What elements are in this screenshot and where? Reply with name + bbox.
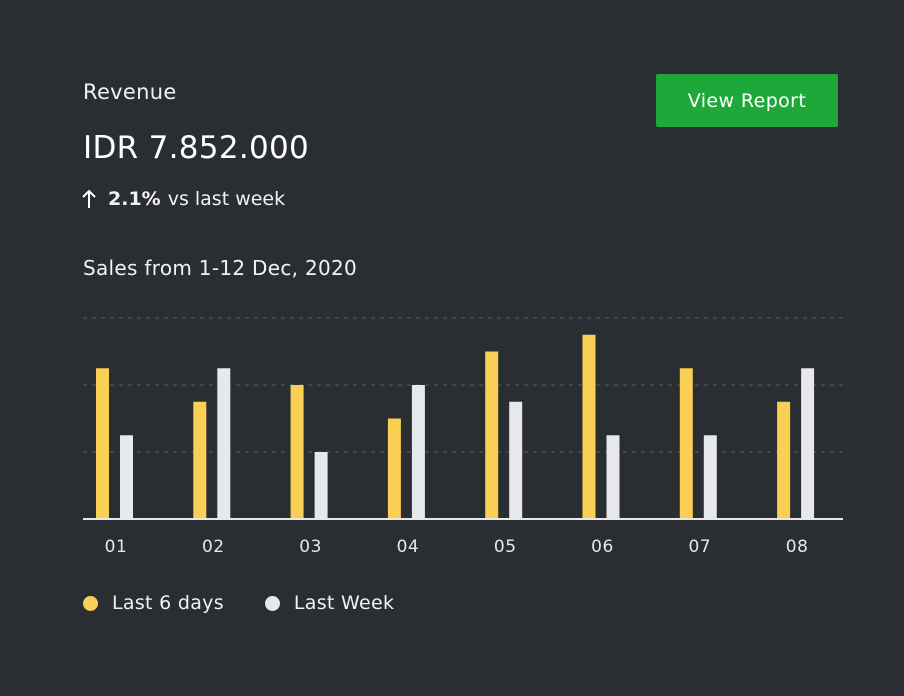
x-tick-label: 05 <box>494 537 517 557</box>
view-report-button[interactable]: View Report <box>656 74 838 127</box>
legend-dot-last-week <box>264 595 280 611</box>
bar-last-week <box>509 401 523 519</box>
bar-last-6-days <box>485 351 499 519</box>
bar-last-6-days <box>387 418 401 519</box>
legend-item-last-6-days: Last 6 days <box>83 592 224 614</box>
x-tick-label: 08 <box>786 537 809 557</box>
bar-last-6-days <box>193 401 207 519</box>
bar-last-6-days <box>96 368 109 519</box>
bar-last-6-days <box>777 401 791 519</box>
bar-last-week <box>314 452 328 519</box>
bar-last-week <box>606 435 620 519</box>
bar-last-6-days <box>679 368 693 519</box>
x-tick-label: 03 <box>299 537 322 557</box>
bar-last-week <box>801 368 815 519</box>
chart-title: Sales from 1-12 Dec, 2020 <box>83 256 358 280</box>
x-tick-label: 04 <box>397 537 420 557</box>
x-tick-label: 02 <box>202 537 225 557</box>
card-title: Revenue <box>83 80 177 104</box>
bar-last-week <box>411 385 425 519</box>
bar-last-6-days <box>582 334 596 519</box>
bar-last-week <box>120 435 133 519</box>
x-tick-label: 06 <box>591 537 614 557</box>
change-text: vs last week <box>167 188 286 210</box>
change-indicator: 2.1% vs last week <box>80 188 285 210</box>
chart-legend: Last 6 days Last Week <box>83 592 435 614</box>
legend-item-last-week: Last Week <box>264 592 395 614</box>
change-percent: 2.1% <box>108 188 161 210</box>
legend-label-last-week: Last Week <box>293 592 395 614</box>
x-tick-label: 01 <box>105 537 128 557</box>
bar-last-6-days <box>290 385 304 519</box>
arrow-up-icon <box>80 188 98 210</box>
bar-last-week <box>217 368 231 519</box>
revenue-amount: IDR 7.852.000 <box>83 130 310 166</box>
legend-dot-last-6-days <box>83 595 98 611</box>
revenue-card: Revenue IDR 7.852.000 2.1% vs last week … <box>0 0 904 696</box>
x-tick-label: 07 <box>688 537 711 557</box>
legend-label-last-6-days: Last 6 days <box>112 592 224 614</box>
bar-last-week <box>703 435 717 519</box>
